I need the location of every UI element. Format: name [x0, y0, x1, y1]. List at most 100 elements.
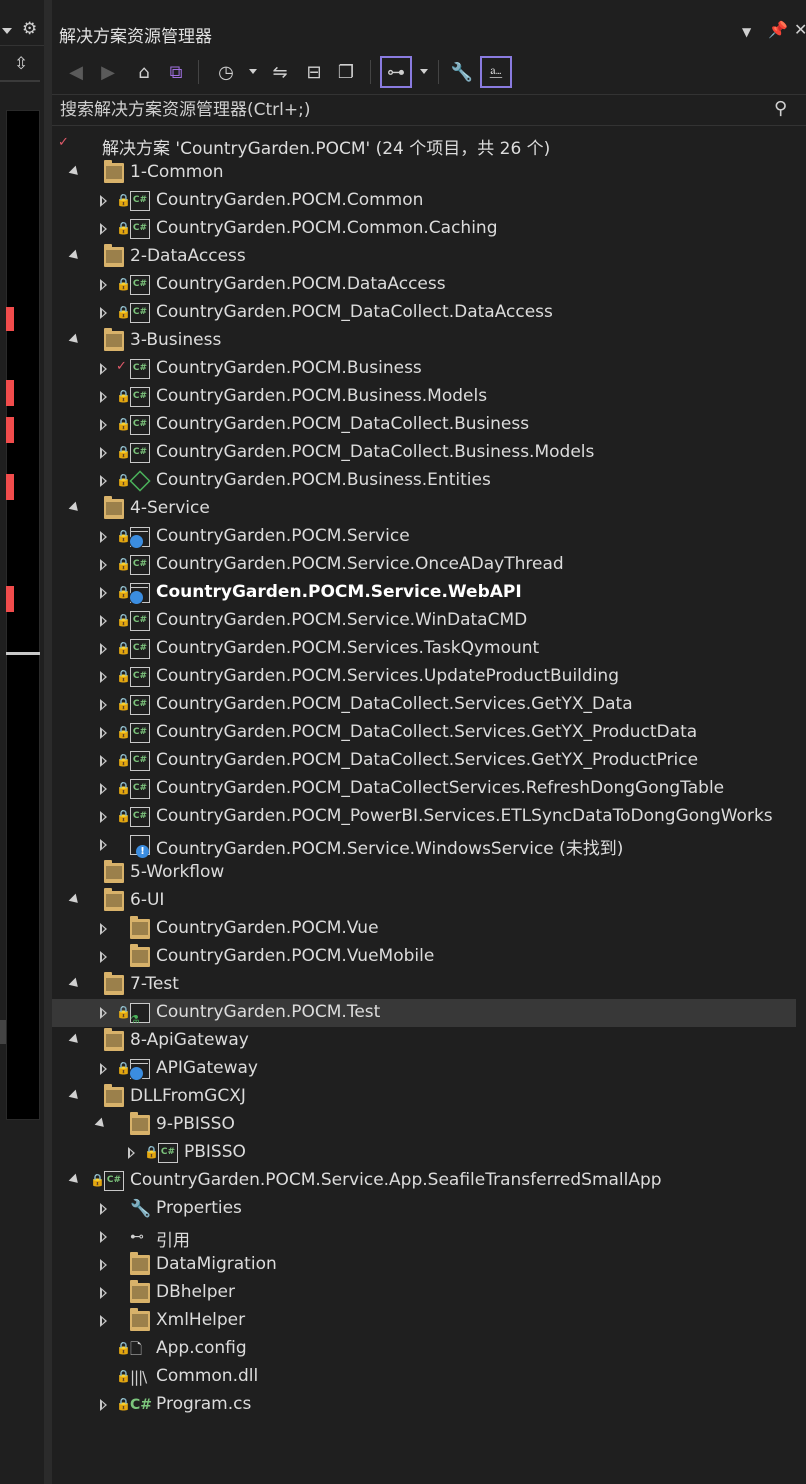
expanded-arrow-icon[interactable]	[68, 501, 82, 515]
collapsed-arrow-icon[interactable]	[100, 1231, 107, 1243]
collapsed-arrow-icon[interactable]	[100, 475, 107, 487]
expanded-arrow-icon[interactable]	[68, 1173, 82, 1187]
pin-icon[interactable]: 📌	[768, 20, 788, 39]
tree-item[interactable]: 🔒 C# CountryGarden.POCM.Service.OnceADayTh…	[52, 551, 806, 579]
collapsed-arrow-icon[interactable]	[100, 671, 107, 683]
forward-icon[interactable]: ▶	[92, 56, 124, 88]
collapsed-arrow-icon[interactable]	[100, 223, 107, 235]
collapsed-arrow-icon[interactable]	[100, 811, 107, 823]
error-marker[interactable]	[6, 586, 14, 612]
tree-item[interactable]: 4-Service	[52, 495, 806, 523]
collapsed-arrow-icon[interactable]	[100, 1259, 107, 1271]
home-icon[interactable]: ⌂	[128, 56, 160, 88]
collapsed-arrow-icon[interactable]	[100, 447, 107, 459]
properties-wrench-icon[interactable]: 🔧	[446, 56, 478, 88]
collapsed-arrow-icon[interactable]	[100, 307, 107, 319]
tree-item[interactable]: ⊷ 引用	[52, 1223, 806, 1251]
collapsed-arrow-icon[interactable]	[100, 195, 107, 207]
tree-item[interactable]: 🔒 C# CountryGarden.POCM_DataCollectService…	[52, 775, 806, 803]
collapsed-arrow-icon[interactable]	[100, 699, 107, 711]
close-icon[interactable]: ✕	[794, 20, 806, 39]
tree-item[interactable]: DBhelper	[52, 1279, 806, 1307]
tree-item[interactable]: CountryGarden.POCM.VueMobile	[52, 943, 806, 971]
collapsed-arrow-icon[interactable]	[100, 391, 107, 403]
error-marker[interactable]	[6, 307, 14, 331]
pending-changes-filter-icon[interactable]: ◷	[210, 56, 242, 88]
collapsed-arrow-icon[interactable]	[100, 1315, 107, 1327]
collapsed-arrow-icon[interactable]	[100, 755, 107, 767]
scroll-thumb[interactable]	[0, 1020, 6, 1044]
tree-item[interactable]: 🔒 C# CountryGarden.POCM_DataCollect.Busine…	[52, 439, 806, 467]
tree-item[interactable]: 🔒 🗋 App.config	[52, 1335, 806, 1363]
collapsed-arrow-icon[interactable]	[100, 1063, 107, 1075]
collapsed-arrow-icon[interactable]	[100, 951, 107, 963]
collapsed-arrow-icon[interactable]	[128, 1147, 135, 1159]
collapsed-arrow-icon[interactable]	[100, 615, 107, 627]
expanded-arrow-icon[interactable]	[68, 1089, 82, 1103]
tree-item[interactable]: 🔒 C# CountryGarden.POCM.Common	[52, 187, 806, 215]
expanded-arrow-icon[interactable]	[68, 165, 82, 179]
expanded-arrow-icon[interactable]	[94, 1117, 108, 1131]
tree-item[interactable]: 🔒 CountryGarden.POCM.Test	[52, 999, 806, 1027]
tree-item[interactable]: 7-Test	[52, 971, 806, 999]
tree-item[interactable]: 🔒 CountryGarden.POCM.Service.WebAPI	[52, 579, 806, 607]
panel-divider[interactable]	[44, 0, 52, 1484]
collapsed-arrow-icon[interactable]	[100, 559, 107, 571]
collapsed-arrow-icon[interactable]	[100, 419, 107, 431]
collapsed-arrow-icon[interactable]	[100, 531, 107, 543]
collapsed-arrow-icon[interactable]	[100, 363, 107, 375]
tree-item[interactable]: 🔒 C# CountryGarden.POCM.DataAccess	[52, 271, 806, 299]
tree-item[interactable]: 1-Common	[52, 159, 806, 187]
collapsed-arrow-icon[interactable]	[100, 783, 107, 795]
tree-item[interactable]: 🔒 C# CountryGarden.POCM.Common.Caching	[52, 215, 806, 243]
tree-item[interactable]: 5-Workflow	[52, 859, 806, 887]
tree-item[interactable]: 🔒 C# CountryGarden.POCM_DataCollect.Busine…	[52, 411, 806, 439]
expanded-arrow-icon[interactable]	[68, 249, 82, 263]
tree-item[interactable]: 8-ApiGateway	[52, 1027, 806, 1055]
search-icon[interactable]: ⚲	[774, 98, 787, 119]
dropdown-arrow-icon[interactable]	[2, 28, 12, 34]
collapsed-arrow-icon[interactable]	[100, 1399, 107, 1411]
tree-item[interactable]: 3-Business	[52, 327, 806, 355]
switch-views-icon[interactable]: ⧉	[160, 56, 192, 88]
collapsed-arrow-icon[interactable]	[100, 839, 107, 851]
tree-item[interactable]: 🔒 C# CountryGarden.POCM_DataCollect.Servic…	[52, 719, 806, 747]
splitter-bar[interactable]	[0, 80, 40, 82]
tree-item[interactable]: CountryGarden.POCM.Vue	[52, 915, 806, 943]
collapsed-arrow-icon[interactable]	[100, 279, 107, 291]
tree-item[interactable]: 🔒 |||\ Common.dll	[52, 1363, 806, 1391]
tree-item[interactable]: 🔒 C# CountryGarden.POCM_DataCollect.Servic…	[52, 747, 806, 775]
tree-item[interactable]: 2-DataAccess	[52, 243, 806, 271]
window-menu-icon[interactable]: ▼	[742, 25, 751, 39]
tree-item[interactable]: 🔒 C# CountryGarden.POCM_DataCollect.Servic…	[52, 691, 806, 719]
tree-view-icon[interactable]: ⊶	[380, 56, 412, 88]
expanded-arrow-icon[interactable]	[68, 333, 82, 347]
collapsed-arrow-icon[interactable]	[100, 587, 107, 599]
expanded-arrow-icon[interactable]	[68, 1033, 82, 1047]
scrollbar-map[interactable]	[6, 110, 40, 1120]
tree-item[interactable]: DLLFromGCXJ	[52, 1083, 806, 1111]
collapsed-arrow-icon[interactable]	[100, 923, 107, 935]
tree-item[interactable]: 🔒 APIGateway	[52, 1055, 806, 1083]
tree-item[interactable]: 🔒 C# CountryGarden.POCM.Services.UpdatePro…	[52, 663, 806, 691]
sync-with-active-document-icon[interactable]: ⇋	[264, 56, 296, 88]
tree-item[interactable]: XmlHelper	[52, 1307, 806, 1335]
tree-item[interactable]: 🔒 C# CountryGarden.POCM_DataCollect.DataAc…	[52, 299, 806, 327]
tree-item[interactable]: 🔒 C# CountryGarden.POCM.Service.WinDataCMD	[52, 607, 806, 635]
tree-item[interactable]: 🔒 C# CountryGarden.POCM.Service.App.Seafil…	[52, 1167, 806, 1195]
expanded-arrow-icon[interactable]	[68, 893, 82, 907]
tree-item[interactable]: 🔒 C# Program.cs	[52, 1391, 806, 1419]
chevron-down-icon[interactable]	[249, 69, 257, 74]
tree-item[interactable]: CountryGarden.POCM.Service.WindowsServic…	[52, 831, 806, 859]
gear-icon[interactable]: ⚙	[22, 19, 37, 39]
tree-item[interactable]: 6-UI	[52, 887, 806, 915]
scroll-position-marker[interactable]	[6, 652, 40, 655]
back-icon[interactable]: ◀	[60, 56, 92, 88]
error-marker[interactable]	[6, 380, 14, 406]
split-editor-icon[interactable]: ⇳	[14, 54, 28, 74]
search-input[interactable]	[60, 98, 760, 122]
tree-item[interactable]: 🔒 CountryGarden.POCM.Service	[52, 523, 806, 551]
tree-item[interactable]: 🔒 CountryGarden.POCM.Business.Entities	[52, 467, 806, 495]
collapsed-arrow-icon[interactable]	[100, 1007, 107, 1019]
tree-item[interactable]: 🔒 C# PBISSO	[52, 1139, 806, 1167]
